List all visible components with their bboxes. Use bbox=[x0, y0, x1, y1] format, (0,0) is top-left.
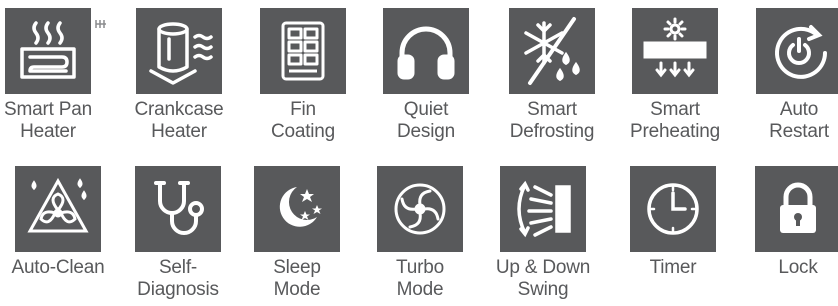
feature-label-line: Mode bbox=[273, 279, 321, 300]
feature-label-line: Defrosting bbox=[509, 121, 595, 142]
feature-label-line: Coating bbox=[270, 121, 336, 142]
feature-auto-restart: Auto Restart bbox=[740, 8, 838, 143]
padlock-icon bbox=[755, 166, 838, 252]
pan-heater-icon bbox=[5, 8, 91, 94]
preheating-icon bbox=[632, 8, 718, 94]
feature-up-down-swing: Up & Down Swing bbox=[484, 166, 602, 301]
fan-clean-icon bbox=[15, 166, 101, 252]
feature-label-line: Fin bbox=[290, 99, 316, 120]
swing-louver-icon bbox=[500, 166, 586, 252]
feature-label-line: Sleep bbox=[273, 257, 321, 278]
feature-label-line: Restart bbox=[769, 121, 829, 142]
feature-smart-preheating: Smart Preheating bbox=[616, 8, 734, 143]
crankcase-heater-icon bbox=[136, 8, 222, 94]
feature-label-line: Self- bbox=[158, 257, 198, 278]
feature-auto-clean: Auto-Clean bbox=[0, 166, 117, 279]
feature-label-line: Smart bbox=[650, 99, 700, 120]
feature-label-line: Turbo bbox=[396, 257, 444, 278]
headphones-icon bbox=[383, 8, 469, 94]
feature-turbo-mode: Turbo Mode bbox=[361, 166, 479, 301]
feature-label-line: Timer bbox=[649, 257, 697, 278]
feature-label-line: Smart Pan bbox=[4, 99, 92, 120]
feature-label-line: Smart bbox=[527, 99, 577, 120]
feature-label-line: Quiet bbox=[403, 99, 449, 120]
feature-label-line: Mode bbox=[396, 279, 444, 300]
feature-label-line: Diagnosis bbox=[137, 279, 219, 300]
feature-label-line: Preheating bbox=[630, 121, 720, 142]
feature-label-line: Design bbox=[397, 121, 455, 142]
feature-quiet-design: Quiet Design bbox=[367, 8, 485, 143]
feature-smart-pan-heater: Smart Pan Heater bbox=[0, 8, 107, 143]
feature-lock: Lock bbox=[739, 166, 838, 279]
feature-label-line: Up & Down bbox=[495, 257, 591, 278]
feature-label-line: Auto-Clean bbox=[11, 257, 105, 278]
fin-coating-icon bbox=[260, 8, 346, 94]
feature-label-line: Crankcase bbox=[134, 99, 224, 120]
moon-stars-icon bbox=[254, 166, 340, 252]
feature-self-diagnosis: Self- Diagnosis bbox=[119, 166, 237, 301]
feature-label-line: Heater bbox=[20, 121, 76, 142]
stethoscope-icon bbox=[135, 166, 221, 252]
feature-label-line: Auto bbox=[779, 99, 819, 120]
feature-sleep-mode: Sleep Mode bbox=[238, 166, 356, 301]
turbo-fan-icon bbox=[377, 166, 463, 252]
small-fin-icon bbox=[94, 16, 108, 34]
feature-label-line: Lock bbox=[778, 257, 818, 278]
feature-fin-coating: Fin Coating bbox=[244, 8, 362, 143]
feature-crankcase-heater: Crankcase Heater bbox=[120, 8, 238, 143]
snowflake-drop-icon bbox=[509, 8, 595, 94]
feature-label-line: Swing bbox=[517, 279, 569, 300]
power-restart-icon bbox=[756, 8, 838, 94]
feature-smart-defrosting: Smart Defrosting bbox=[493, 8, 611, 143]
feature-label-line: Heater bbox=[151, 121, 207, 142]
feature-icon-grid: Smart Pan Heater Crankcase Heater Fin Co… bbox=[0, 0, 838, 306]
clock-icon bbox=[630, 166, 716, 252]
feature-timer: Timer bbox=[614, 166, 732, 279]
